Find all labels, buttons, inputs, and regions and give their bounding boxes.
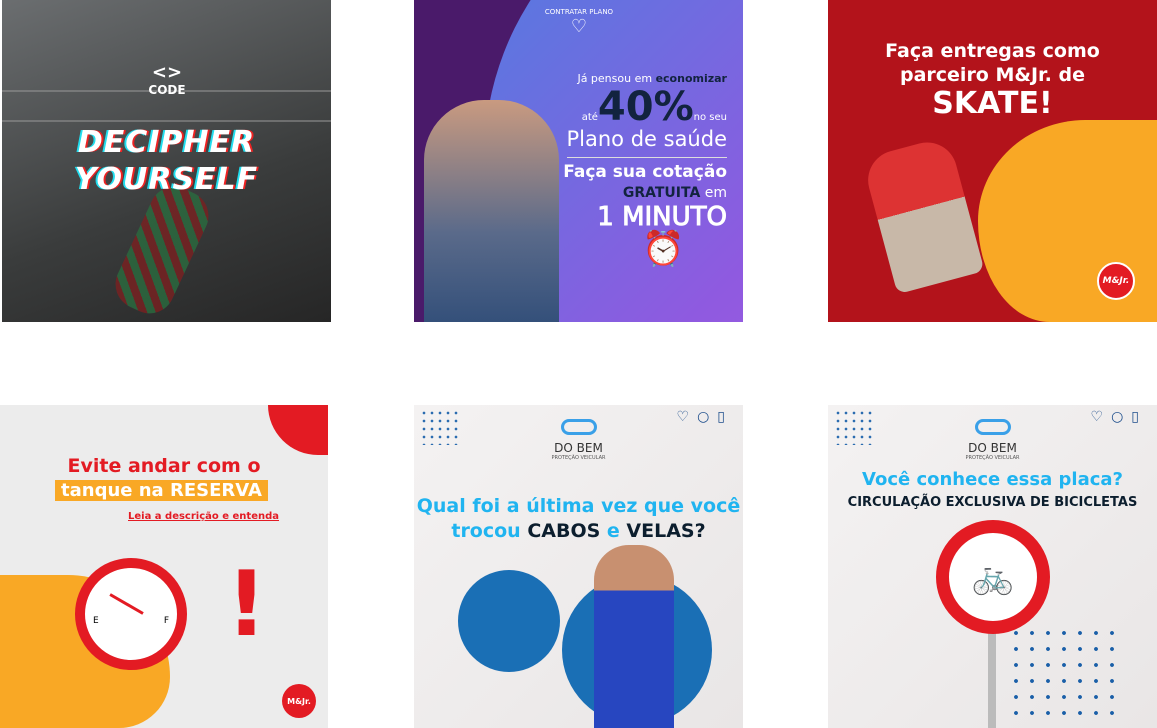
mjr-logo: M&Jr. bbox=[282, 684, 316, 718]
minuto-text: 1 MINUTO bbox=[597, 202, 728, 233]
heart-icon: ♡ bbox=[570, 16, 588, 37]
plano-text: Plano de saúde bbox=[566, 127, 728, 151]
post-placa-bicicletas[interactable]: ♡○▯ DO BEM PROTEÇÃO VEICULAR Você conhece… bbox=[828, 405, 1157, 728]
spark-plugs-image bbox=[458, 570, 560, 672]
family-photo bbox=[424, 100, 559, 322]
alarm-clock-icon: ⏰ bbox=[642, 229, 685, 269]
skateboard-image bbox=[107, 178, 217, 322]
post-tanque-reserva[interactable]: Evite andar com o tanque na RESERVA Leia… bbox=[0, 405, 328, 728]
mjr-logo: M&Jr. bbox=[1097, 262, 1135, 300]
do-bem-logo: DO BEM PROTEÇÃO VEICULAR bbox=[828, 419, 1157, 461]
post-cabos-velas[interactable]: ♡○▯ DO BEM PROTEÇÃO VEICULAR Qual foi a ú… bbox=[414, 405, 743, 728]
contratar-badge: CONTRATAR PLANO ♡ bbox=[544, 8, 614, 37]
railing bbox=[2, 120, 331, 122]
code-logo: <> CODE bbox=[148, 62, 186, 97]
delivery-man-image bbox=[861, 135, 985, 295]
exclamation-icon: ! bbox=[226, 552, 268, 657]
bicycle-sign-icon: 🚲 bbox=[936, 520, 1050, 634]
post-plano-saude[interactable]: CONTRATAR PLANO ♡ Já pensou em economizar… bbox=[414, 0, 743, 322]
read-description-link: Leia a descrição e entenda bbox=[128, 511, 280, 522]
title-line: YOURSELF bbox=[74, 162, 259, 197]
fuel-gauge: E F bbox=[75, 558, 187, 670]
post-entregas-skate[interactable]: Faça entregas como parceiro M&Jr. de SKA… bbox=[828, 0, 1157, 322]
do-bem-logo: DO BEM PROTEÇÃO VEICULAR bbox=[414, 419, 743, 461]
title-line: DECIPHER bbox=[77, 125, 256, 160]
mechanic-image bbox=[594, 545, 674, 728]
post-decipher-yourself[interactable]: <> CODE DECIPHER YOURSELF bbox=[2, 0, 331, 322]
